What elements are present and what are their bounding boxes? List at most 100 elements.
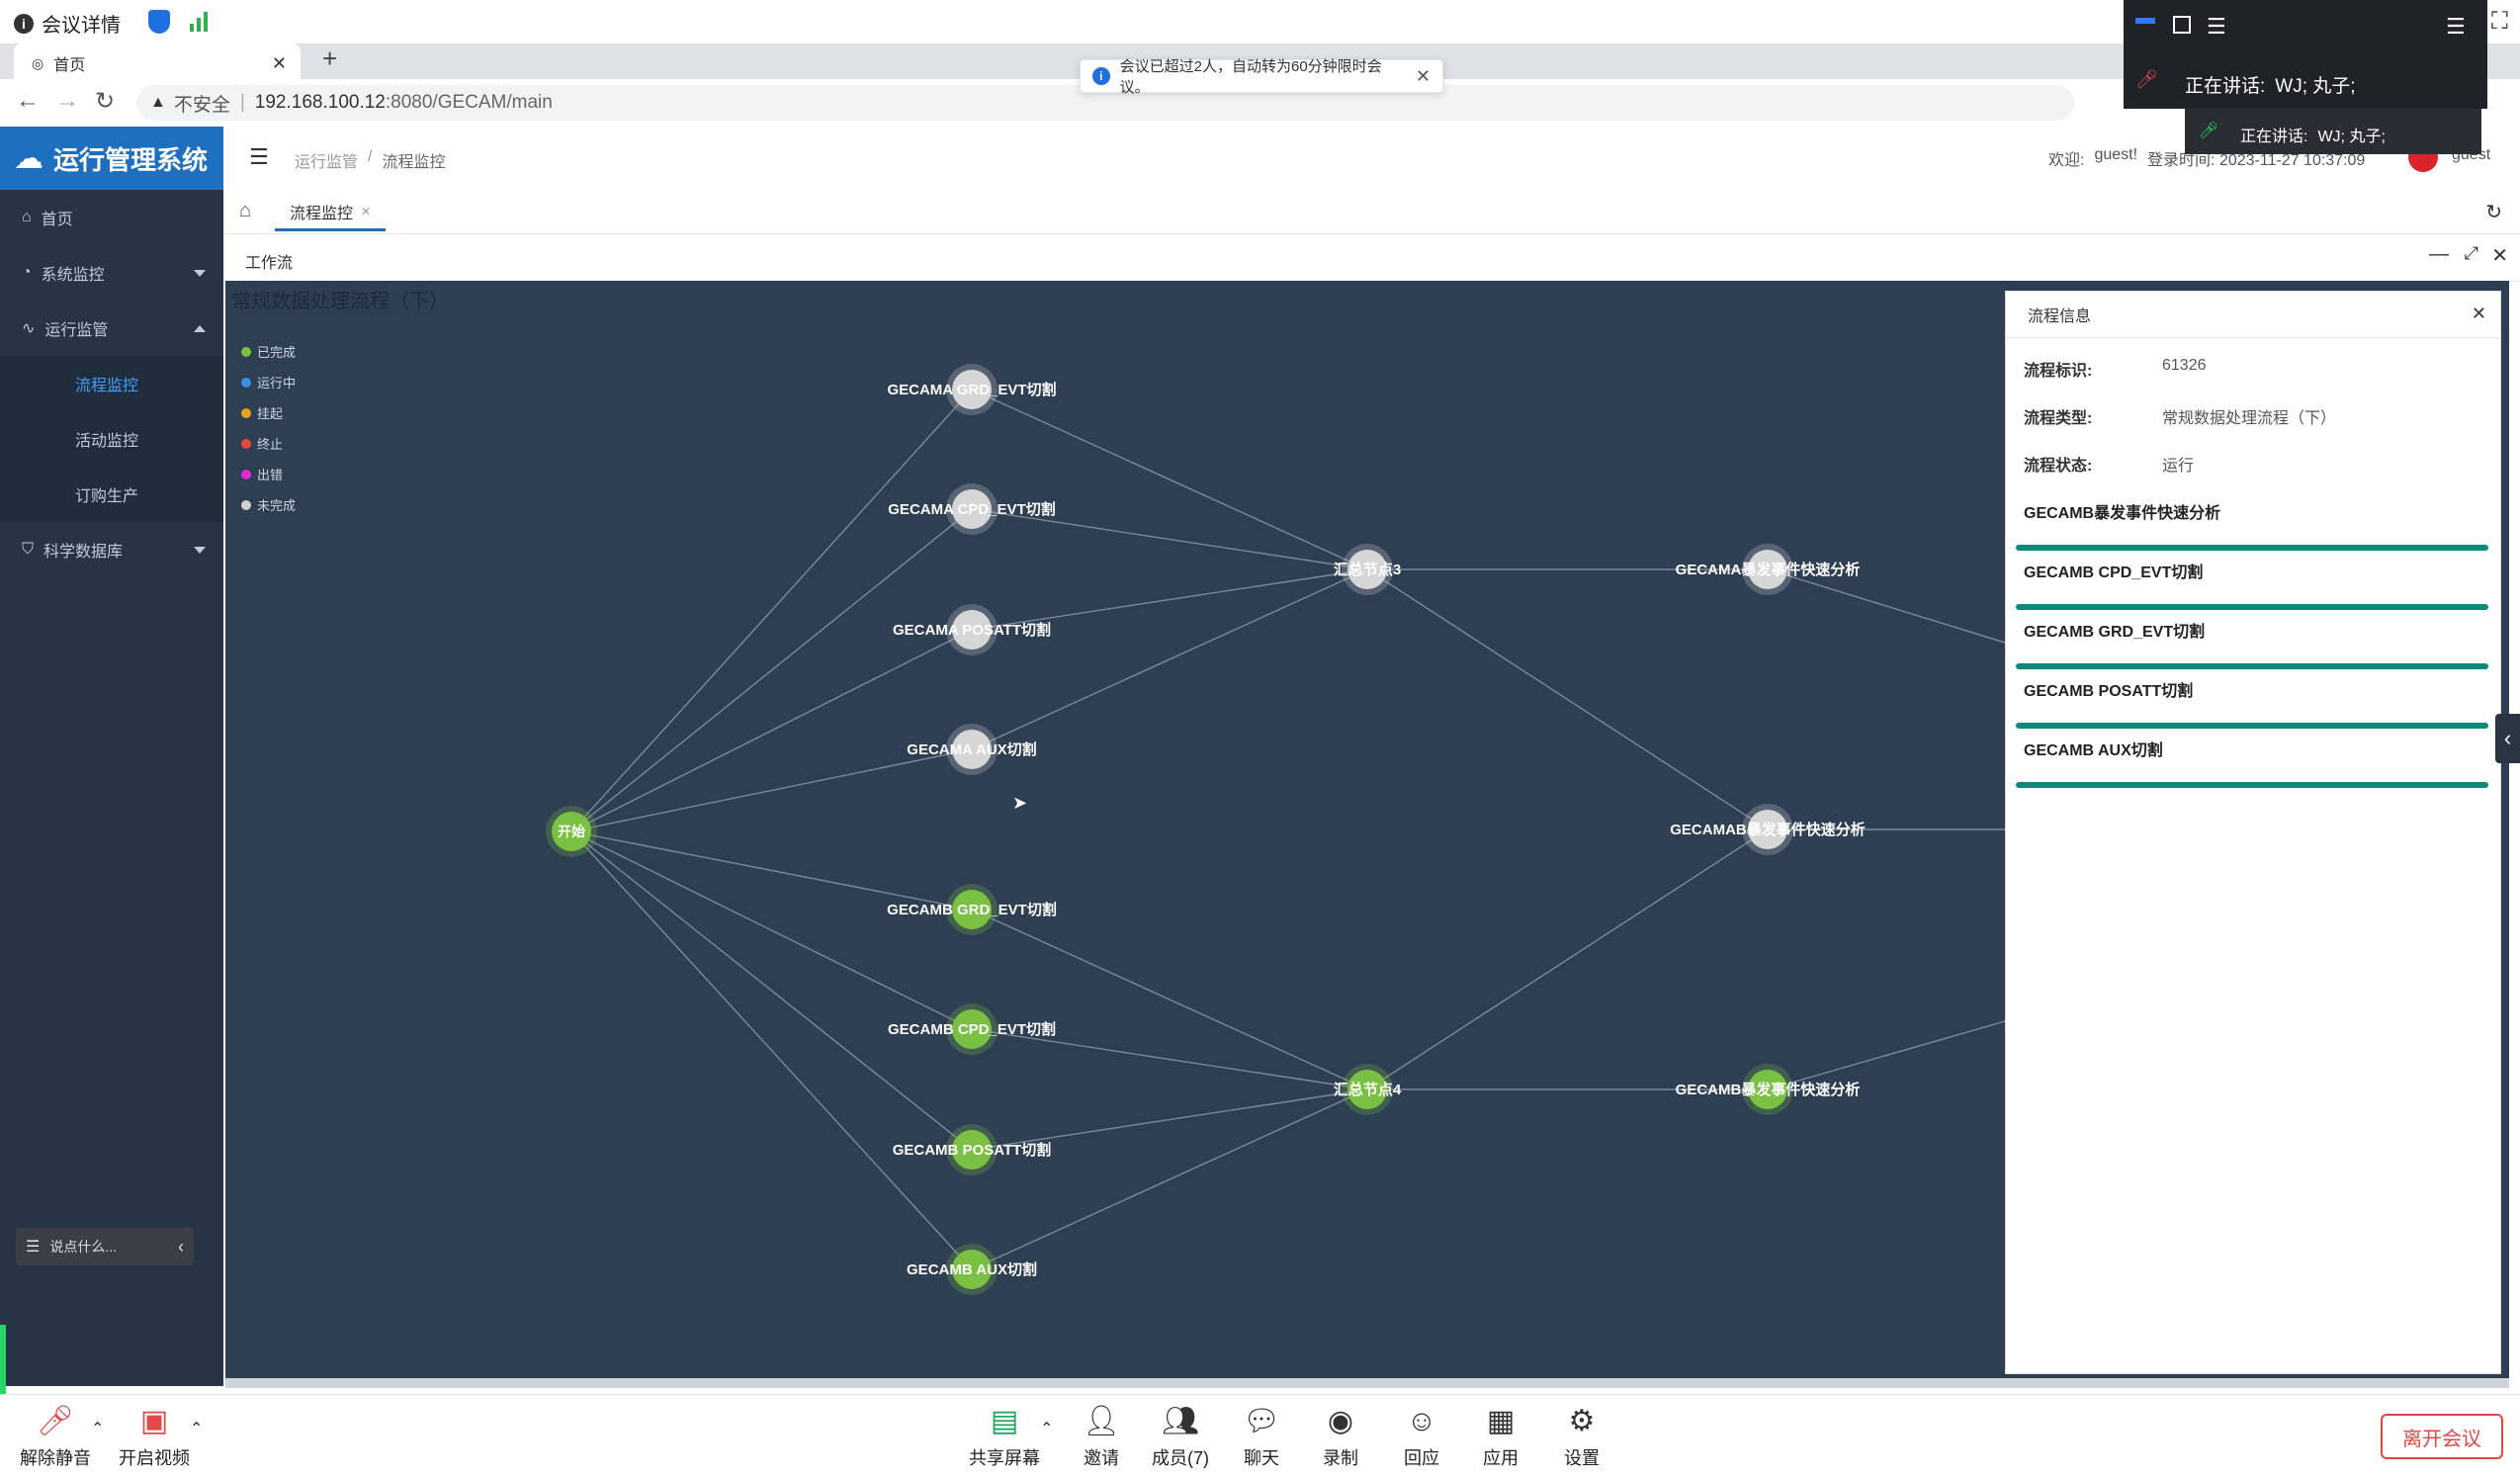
chevron-up-icon[interactable]: ⌃ — [190, 1419, 203, 1438]
graph-node-sum3[interactable]: 汇总节点3 — [1334, 544, 1401, 595]
graph-node-b1[interactable]: GECAMB GRD_EVT切割 — [887, 884, 1057, 935]
activity-item[interactable]: GECAMB AUX切割 — [2016, 737, 2498, 788]
shield-check-icon: ⛉ — [22, 541, 35, 558]
sidebar-item-label: 首页 — [41, 212, 73, 228]
activity-item[interactable]: GECAMB暴发事件快速分析 — [2016, 499, 2498, 551]
chevron-up-icon[interactable]: ⌃ — [91, 1419, 104, 1438]
node-label: GECAMA POSATT切割 — [893, 621, 1051, 639]
breadcrumb: 运行监管 / 流程监控 — [295, 148, 446, 172]
reload-icon[interactable]: ↻ — [95, 87, 115, 116]
leave-meeting-button[interactable]: 离开会议 — [2381, 1414, 2503, 1459]
sidebar-item-activity-monitor[interactable]: 活动监控 — [0, 411, 223, 467]
unmute-button[interactable]: 🎤︎ 解除静音 — [16, 1405, 95, 1470]
sidebar-item-science-db[interactable]: ⛉ 科学数据库 — [0, 522, 223, 577]
menu-toggle-icon[interactable]: ☰ — [249, 144, 269, 170]
activity-item[interactable]: GECAMB POSATT切割 — [2016, 677, 2498, 729]
chat-list-icon: ☰ — [26, 1239, 41, 1256]
sidebar-item-process-monitor[interactable]: 流程监控 — [0, 356, 223, 411]
members-label: 成员(7) — [1152, 1448, 1209, 1468]
new-tab-button[interactable]: + — [322, 43, 337, 74]
horizontal-scrollbar[interactable] — [225, 1378, 2509, 1388]
reaction-button[interactable]: ☺ 回应 — [1382, 1405, 1461, 1470]
record-button[interactable]: ◉ 录制 — [1301, 1405, 1380, 1470]
minimize-icon[interactable]: — — [2429, 243, 2449, 266]
collapse-icon[interactable]: ☰ — [2446, 14, 2466, 40]
mic-muted-icon: 🎤︎ — [36, 1405, 75, 1437]
close-icon[interactable]: ✕ — [1416, 66, 1431, 87]
workflow-canvas[interactable]: 常规数据处理流程（下） 已完成 运行中 挂起 终止 出错 未完成 开始 GECAMA GRD… — [225, 281, 2509, 1378]
refresh-icon[interactable]: ↻ — [2485, 200, 2502, 224]
members-button[interactable]: 👥︎ 成员(7) — [1141, 1405, 1220, 1470]
chevron-left-icon[interactable]: ‹ — [178, 1237, 184, 1258]
activity-item[interactable]: GECAMB CPD_EVT切割 — [2016, 559, 2498, 610]
graph-node-a4[interactable]: GECAMA AUX切割 — [907, 724, 1037, 775]
welcome-user: guest! — [2094, 146, 2138, 163]
forward-icon[interactable]: → — [55, 87, 79, 115]
settings-button[interactable]: ⚙ 设置 — [1542, 1405, 1621, 1470]
activity-progress-bar — [2016, 723, 2488, 729]
close-icon[interactable]: ✕ — [361, 205, 371, 218]
chat-button[interactable]: 💬︎ 聊天 — [1222, 1405, 1301, 1470]
chat-input[interactable]: ☰ 说点什么... ‹ — [16, 1228, 194, 1265]
chevron-left-icon[interactable]: ‹ — [2495, 714, 2520, 763]
sidebar-item-system-monitor[interactable]: ◔ 系统监控 — [0, 245, 223, 301]
graph-edges — [570, 389, 2243, 1270]
activity-item[interactable]: GECAMB GRD_EVT切割 — [2016, 618, 2498, 669]
back-icon[interactable]: ← — [16, 87, 40, 115]
meeting-floating-panel: ☰ ☰ 🎤︎ 正在讲话: WJ; 丸子; — [2124, 0, 2487, 109]
chevron-up-icon[interactable]: ⌃ — [1040, 1419, 1053, 1438]
graph-node-a2[interactable]: GECAMA CPD_EVT切割 — [888, 483, 1056, 535]
reaction-label: 回应 — [1404, 1448, 1439, 1468]
graph-node-b4[interactable]: GECAMB AUX切割 — [907, 1244, 1037, 1295]
graph-node-fa[interactable]: GECAMA暴发事件快速分析 — [1676, 544, 1861, 595]
graph-edge — [570, 508, 973, 832]
insecure-label: 不安全 — [173, 94, 230, 116]
close-tab-icon[interactable]: ✕ — [272, 53, 287, 74]
speaking-mini-bar: 🎤︎ 正在讲话: WJ; 丸子; — [2185, 109, 2481, 154]
sidebar-item-home[interactable]: ⌂ 首页 — [0, 190, 223, 245]
meeting-details[interactable]: i 会议详情 — [14, 9, 121, 38]
info-id-row: 流程标识: 61326 — [2024, 357, 2207, 381]
minimize-icon[interactable] — [2135, 18, 2155, 24]
home-tab-icon[interactable]: ⌂ — [239, 200, 251, 222]
browser-tab[interactable]: ◎ 首页 ✕ — [14, 43, 301, 83]
graph-node-fab[interactable]: GECAMAB暴发事件快速分析 — [1670, 804, 1866, 855]
graph-edge — [570, 389, 973, 832]
graph-node-start[interactable]: 开始 — [546, 806, 597, 857]
speaking-label: 正在讲话: — [2240, 129, 2308, 145]
sidebar-item-ops[interactable]: ∿ 运行监管 — [0, 301, 223, 356]
panel-header: 工作流 — ⤢ ✕ — [223, 235, 2520, 282]
chevron-down-icon — [194, 269, 206, 277]
info-label: 流程类型: — [2024, 410, 2093, 427]
close-icon[interactable]: ✕ — [2491, 243, 2508, 268]
app-header: ☰ 运行监管 / 流程监控 欢迎: guest! 登录时间: 2023-11-2… — [223, 127, 2520, 191]
graph-node-b3[interactable]: GECAMB POSATT切割 — [893, 1124, 1052, 1175]
window-icon[interactable] — [2173, 16, 2191, 34]
signal-icon — [190, 12, 208, 32]
video-button[interactable]: ▣ 开启视频 — [115, 1405, 194, 1470]
graph-node-sum4[interactable]: 汇总节点4 — [1334, 1064, 1402, 1115]
graph-node-a3[interactable]: GECAMA POSATT切割 — [893, 604, 1051, 655]
node-label: GECAMB暴发事件快速分析 — [1676, 1081, 1861, 1098]
sidebar-item-label: 系统监控 — [41, 267, 105, 284]
panel-title: 工作流 — [245, 255, 294, 272]
sidebar-item-order-production[interactable]: 订购生产 — [0, 467, 223, 522]
fullscreen-icon[interactable]: ⛶ — [2491, 8, 2508, 36]
activity-progress-bar — [2016, 782, 2488, 788]
breadcrumb-item[interactable]: 运行监管 — [295, 148, 358, 172]
node-label: GECAMB POSATT切割 — [893, 1141, 1052, 1159]
pulse-icon: ∿ — [22, 320, 36, 337]
invite-button[interactable]: 👤︎ 邀请 — [1062, 1405, 1141, 1470]
share-screen-icon: ▤ — [990, 1405, 1019, 1437]
graph-edge — [570, 830, 973, 1030]
maximize-icon[interactable]: ⤢ — [2465, 243, 2478, 264]
apps-button[interactable]: ▦ 应用 — [1461, 1405, 1540, 1470]
graph-node-b2[interactable]: GECAMB CPD_EVT切割 — [888, 1003, 1056, 1055]
graph-edge — [971, 1088, 1368, 1270]
list-icon[interactable]: ☰ — [2207, 14, 2226, 40]
home-icon: ⌂ — [22, 209, 32, 225]
graph-node-a1[interactable]: GECAMA GRD_EVT切割 — [887, 364, 1057, 415]
tab-process-monitor[interactable]: 流程监控 ✕ — [275, 194, 386, 231]
share-screen-button[interactable]: ▤ 共享屏幕 — [965, 1405, 1044, 1470]
close-icon[interactable]: ✕ — [2472, 304, 2486, 324]
